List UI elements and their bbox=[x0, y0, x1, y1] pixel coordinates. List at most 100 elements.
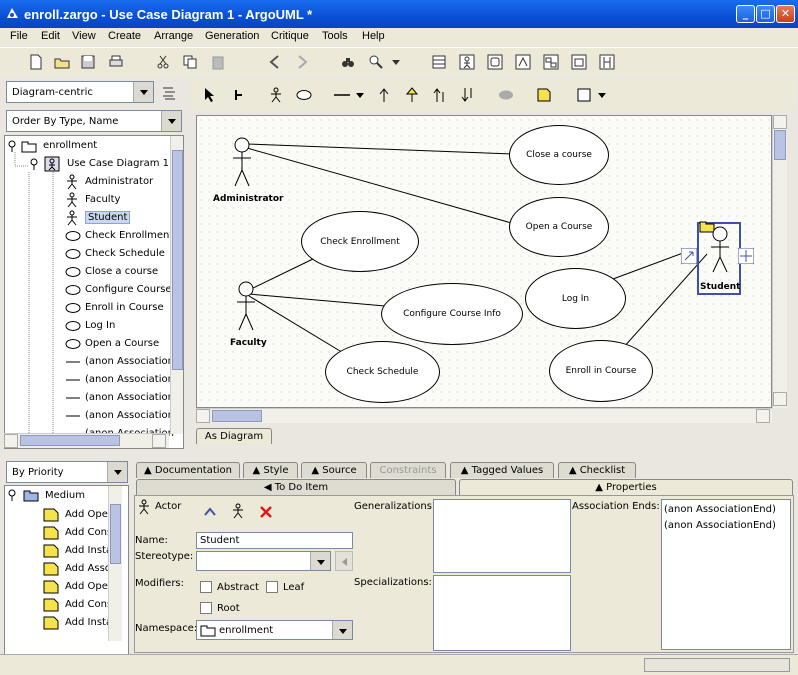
todo-item[interactable]: Add Ope bbox=[43, 506, 109, 524]
close-button[interactable]: ✕ bbox=[776, 5, 795, 23]
scroll-left-button[interactable] bbox=[196, 409, 210, 423]
new-activity-diagram-icon[interactable] bbox=[515, 54, 531, 70]
diagram-canvas[interactable]: Administrator Faculty Student Close a co… bbox=[196, 115, 772, 408]
student-actor-icon[interactable] bbox=[705, 224, 735, 274]
usecase-close-a-course[interactable]: Close a course bbox=[509, 125, 609, 185]
association-end-item[interactable]: (anon AssociationEnd) bbox=[664, 520, 776, 531]
scroll-thumb[interactable] bbox=[172, 150, 183, 370]
scroll-thumb[interactable] bbox=[20, 435, 120, 446]
menu-file[interactable]: File bbox=[10, 30, 28, 42]
tree-node-usecase[interactable]: Enroll in Course bbox=[65, 299, 175, 317]
actor-tool-icon[interactable] bbox=[268, 87, 284, 103]
diagram-vertical-scrollbar[interactable] bbox=[772, 115, 787, 408]
tree-toggle-icon[interactable] bbox=[29, 158, 39, 170]
open-project-icon[interactable] bbox=[54, 54, 70, 70]
print-icon[interactable] bbox=[108, 54, 124, 70]
chevron-down-icon[interactable] bbox=[310, 552, 330, 570]
paste-icon[interactable] bbox=[210, 54, 226, 70]
new-sequence-icon[interactable] bbox=[599, 54, 615, 70]
tab-todo-item[interactable]: ◀ To Do Item bbox=[136, 479, 456, 495]
todo-item[interactable]: Add Insta bbox=[43, 542, 112, 560]
scroll-thumb[interactable] bbox=[774, 130, 786, 160]
new-deployment-icon[interactable] bbox=[571, 54, 587, 70]
rectangle-tool-icon[interactable] bbox=[576, 87, 592, 103]
order-select[interactable]: Order By Type, Name bbox=[6, 110, 182, 132]
usecase-check-enrollment[interactable]: Check Enrollment bbox=[301, 211, 419, 272]
extension-point-tool-icon[interactable] bbox=[498, 87, 514, 103]
leaf-checkbox[interactable] bbox=[266, 581, 278, 593]
chevron-down-icon[interactable] bbox=[161, 111, 181, 131]
new-statechart-icon[interactable] bbox=[487, 54, 503, 70]
new-collaboration-icon[interactable] bbox=[543, 54, 559, 70]
scroll-right-button[interactable] bbox=[152, 434, 166, 448]
root-checkbox[interactable] bbox=[200, 602, 212, 614]
tree-node-usecase[interactable]: Close a course bbox=[65, 263, 175, 281]
usecase-tool-icon[interactable] bbox=[296, 87, 312, 103]
tree-node-association[interactable]: (anon Association bbox=[65, 389, 175, 407]
usecase-check-schedule[interactable]: Check Schedule bbox=[325, 341, 440, 403]
zoom-icon[interactable] bbox=[368, 54, 384, 70]
menu-arrange[interactable]: Arrange bbox=[154, 30, 193, 42]
scroll-right-button[interactable] bbox=[756, 409, 770, 423]
copy-icon[interactable] bbox=[182, 54, 198, 70]
chevron-down-icon[interactable] bbox=[332, 621, 352, 639]
minimize-button[interactable]: _ bbox=[736, 5, 755, 23]
tree-node-usecase[interactable]: Check Schedule bbox=[65, 245, 175, 263]
tree-node-actor[interactable]: Student bbox=[65, 209, 175, 227]
chevron-down-icon[interactable] bbox=[107, 462, 127, 482]
scroll-left-button[interactable] bbox=[4, 434, 18, 448]
scroll-up-button[interactable] bbox=[773, 115, 787, 129]
scroll-thumb[interactable] bbox=[110, 504, 121, 564]
todo-mode-select[interactable]: By Priority bbox=[6, 461, 128, 483]
namespace-select[interactable]: enrollment bbox=[196, 620, 353, 640]
extend-tool-icon[interactable] bbox=[432, 87, 448, 103]
navigate-back-icon[interactable] bbox=[267, 54, 283, 70]
todo-item[interactable]: Add Cons bbox=[43, 524, 112, 542]
dependency-tool-icon[interactable] bbox=[376, 87, 392, 103]
select-tool-icon[interactable] bbox=[202, 87, 218, 103]
stereotype-nav-button[interactable] bbox=[335, 551, 353, 571]
tab-checklist[interactable]: ▲ Checklist bbox=[558, 462, 636, 478]
tree-node-usecase-diagram[interactable]: Use Case Diagram 1 bbox=[29, 155, 179, 173]
todo-item[interactable]: Add Cons bbox=[43, 596, 112, 614]
tree-horizontal-scrollbar[interactable] bbox=[4, 433, 169, 448]
association-tool-icon[interactable] bbox=[334, 87, 350, 103]
selection-handle-left-icon[interactable] bbox=[681, 248, 697, 264]
tab-as-diagram[interactable]: As Diagram bbox=[196, 428, 272, 444]
tree-node-usecase[interactable]: Configure Course bbox=[65, 281, 175, 299]
scroll-down-button[interactable] bbox=[773, 392, 787, 406]
usecase-enroll-in-course[interactable]: Enroll in Course bbox=[549, 340, 653, 402]
tree-node-enrollment[interactable]: enrollment bbox=[7, 137, 177, 155]
tab-source[interactable]: ▲ Source bbox=[301, 462, 367, 478]
tree-toggle-icon[interactable] bbox=[7, 489, 17, 501]
navigate-forward-icon[interactable] bbox=[294, 54, 310, 70]
tree-node-association[interactable]: (anon Association bbox=[65, 371, 175, 389]
go-up-icon[interactable] bbox=[203, 506, 217, 518]
new-project-icon[interactable] bbox=[28, 54, 44, 70]
new-usecase-diagram-icon[interactable] bbox=[459, 54, 475, 70]
new-actor-icon[interactable] bbox=[231, 503, 245, 519]
menu-critique[interactable]: Critique bbox=[271, 30, 309, 42]
tab-documentation[interactable]: ▲ Documentation bbox=[136, 462, 240, 478]
usecase-configure-course-info[interactable]: Configure Course Info bbox=[381, 283, 523, 345]
name-field[interactable]: Student bbox=[196, 532, 353, 549]
todo-vertical-scrollbar[interactable] bbox=[108, 486, 122, 641]
selection-handle-right-icon[interactable] bbox=[738, 248, 754, 264]
tree-node-association[interactable]: (anon Association bbox=[65, 407, 175, 425]
cut-icon[interactable] bbox=[155, 54, 171, 70]
broom-tool-icon[interactable] bbox=[230, 87, 246, 103]
todo-item[interactable]: Add Ope bbox=[43, 578, 109, 596]
abstract-checkbox[interactable] bbox=[200, 581, 212, 593]
todo-item[interactable]: Add Insta bbox=[43, 614, 112, 632]
tree-node-usecase[interactable]: Open a Course bbox=[65, 335, 175, 353]
tree-node-association[interactable]: (anon Association bbox=[65, 353, 175, 371]
tab-tagged-values[interactable]: ▲ Tagged Values bbox=[450, 462, 554, 478]
diagram-horizontal-scrollbar[interactable] bbox=[196, 408, 772, 423]
scroll-thumb[interactable] bbox=[212, 410, 262, 422]
menu-generation[interactable]: Generation bbox=[205, 30, 259, 42]
comment-tool-icon[interactable] bbox=[536, 87, 552, 103]
menu-tools[interactable]: Tools bbox=[322, 30, 348, 42]
tree-node-usecase[interactable]: Check Enrollment bbox=[65, 227, 175, 245]
menu-view[interactable]: View bbox=[72, 30, 96, 42]
tree-vertical-scrollbar[interactable] bbox=[170, 136, 183, 434]
